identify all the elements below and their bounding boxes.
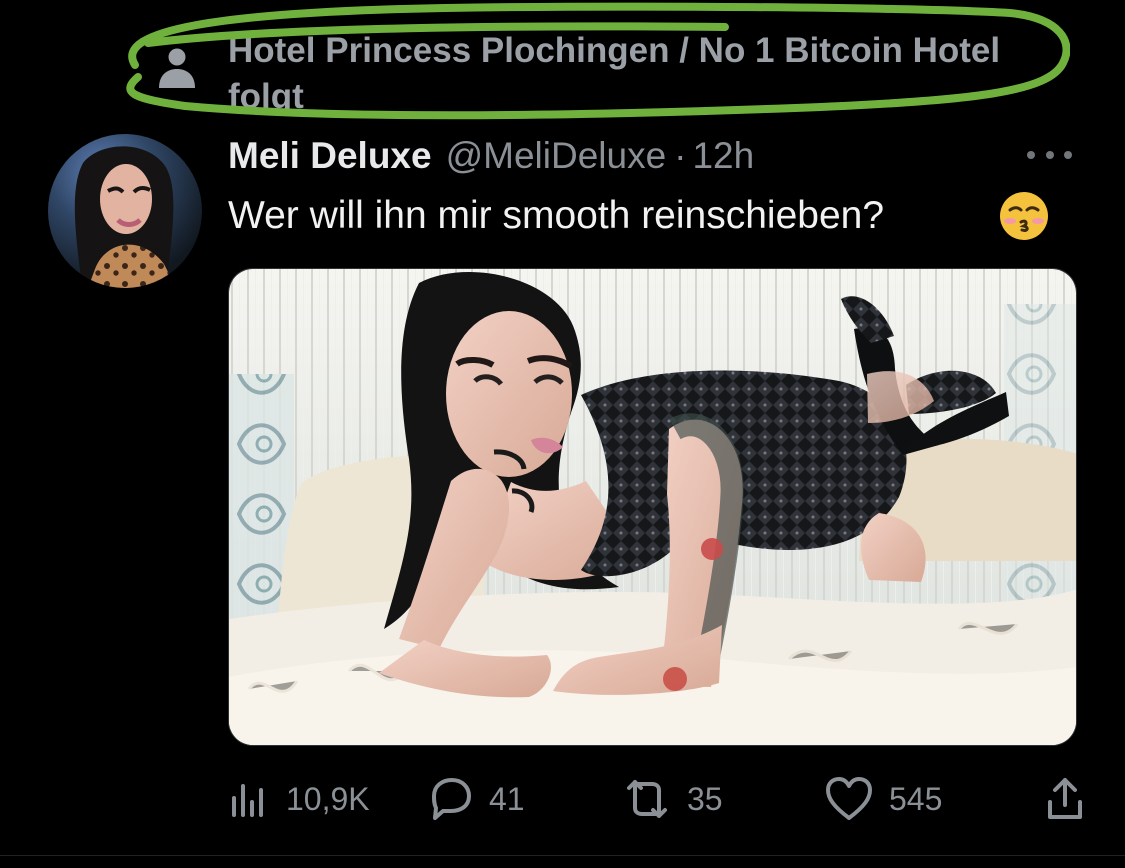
- repost-icon: [627, 780, 667, 818]
- separator-dot: ·: [674, 135, 687, 176]
- analytics-icon: [232, 784, 263, 817]
- more-dot-icon: [1027, 151, 1035, 159]
- reply-action[interactable]: 41: [426, 771, 525, 827]
- more-dot-icon: [1045, 151, 1054, 159]
- tweet-text: Wer will ihn mir smooth reinschieben?: [228, 194, 885, 237]
- timestamp[interactable]: 12h: [692, 133, 754, 179]
- share-action[interactable]: [1041, 771, 1089, 827]
- reply-icon: [432, 778, 471, 820]
- views-count: 10,9K: [286, 780, 370, 817]
- heart-icon: [826, 777, 872, 820]
- share-icon: [1048, 778, 1082, 819]
- avatar[interactable]: [48, 134, 202, 288]
- like-action[interactable]: 545: [824, 771, 942, 827]
- repost-count: 35: [687, 780, 723, 817]
- bottom-divider: [0, 855, 1125, 856]
- more-options-button[interactable]: [1027, 142, 1072, 168]
- photo-content: [229, 269, 1076, 745]
- repost-action[interactable]: 35: [622, 771, 723, 827]
- reply-count: 41: [489, 780, 525, 817]
- tweet-photo[interactable]: [228, 268, 1077, 746]
- kissing-face-emoji: [1000, 192, 1048, 240]
- avatar-image: [48, 134, 202, 288]
- person-icon: [159, 48, 195, 88]
- handle[interactable]: @MeliDeluxe: [446, 133, 667, 179]
- like-count: 545: [889, 780, 943, 817]
- display-name[interactable]: Meli Deluxe: [228, 133, 432, 179]
- social-context-text[interactable]: Hotel Princess Plochingen / No 1 Bitcoin…: [228, 28, 1008, 120]
- views-action[interactable]: 10,9K: [229, 771, 370, 827]
- tweet-header: Meli Deluxe @MeliDeluxe · 12h: [228, 133, 754, 179]
- tweet-actions: 10,9K 41 35 545: [229, 771, 1099, 827]
- more-dot-icon: [1064, 151, 1072, 159]
